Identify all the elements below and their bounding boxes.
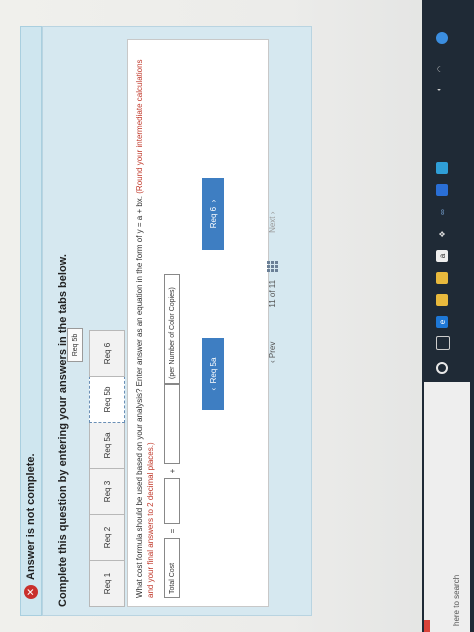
amazon-icon[interactable]: a [436, 250, 448, 262]
edge-icon[interactable]: e [436, 316, 448, 328]
req-tabs: Req 1 Req 2 Req 3 Req 5a Req 5b Req 6 [89, 330, 125, 607]
error-x-icon: ✕ [24, 585, 38, 599]
user-avatar-icon[interactable] [436, 32, 448, 44]
equals-sign: = [167, 528, 177, 534]
pager-position: 11 of 11 [268, 279, 277, 308]
variable-rate-input[interactable] [164, 384, 180, 464]
pager-prev-label: Prev [268, 341, 277, 359]
tab-req-2[interactable]: Req 2 [89, 514, 125, 561]
next-req-label: Req 6 [208, 206, 218, 229]
tab-tooltip: Req 5b [67, 328, 83, 362]
question-panel: Complete this question by entering your … [42, 26, 312, 616]
grid-icon[interactable] [267, 260, 278, 272]
task-view-icon[interactable] [436, 336, 450, 350]
fixed-cost-input[interactable] [164, 478, 180, 524]
prev-req-button[interactable]: ‹ Req 5a [202, 338, 224, 410]
pager-prev-button[interactable]: ‹ Prev [268, 342, 277, 363]
taskbar: here to search e a ❖ ∞ ◠ ◖ [422, 0, 474, 632]
tab-req-6[interactable]: Req 6 [89, 330, 125, 377]
cost-formula-row: Total Cost = + (per Number of Color Copi… [164, 274, 180, 598]
tab-req-3[interactable]: Req 3 [89, 468, 125, 515]
tab-req-5b[interactable]: Req 5b [89, 376, 125, 423]
tab-req-1[interactable]: Req 1 [89, 560, 125, 607]
question-box: What cost formula should be used based o… [127, 39, 269, 607]
wifi-icon[interactable]: ◠ [436, 66, 444, 72]
red-edge [424, 620, 430, 632]
infinity-icon[interactable]: ∞ [436, 206, 448, 218]
folder-icon[interactable] [436, 272, 448, 284]
search-placeholder: here to search [452, 574, 461, 626]
next-req-button[interactable]: Req 6 › [202, 178, 224, 250]
store-icon[interactable] [436, 162, 448, 174]
mail-icon[interactable] [436, 184, 448, 196]
question-main: What cost formula should be used based o… [135, 195, 144, 598]
prev-req-label: Req 5a [208, 357, 218, 384]
taskbar-search[interactable]: here to search [424, 382, 470, 632]
pager-next-button[interactable]: Next › [268, 212, 277, 233]
file-explorer-icon[interactable] [436, 294, 448, 306]
error-banner: ✕ Answer is not complete. [20, 26, 42, 616]
pager: ‹ Prev 11 of 11 Next › [267, 212, 278, 363]
cortana-icon[interactable] [436, 362, 448, 374]
plus-sign: + [167, 468, 177, 474]
instructions: Complete this question by entering your … [57, 254, 69, 607]
volume-icon[interactable]: ◖ [436, 88, 443, 92]
tab-req-5a[interactable]: Req 5a [89, 422, 125, 469]
screenshot-page: ✕ Answer is not complete. Complete this … [0, 0, 474, 632]
question-text: What cost formula should be used based o… [134, 48, 156, 598]
unit-label: (per Number of Color Copies) [164, 274, 180, 384]
chevron-left-icon: ‹ [208, 383, 218, 391]
chevron-right-icon: › [208, 199, 218, 207]
rotated-screen: ✕ Answer is not complete. Complete this … [0, 0, 474, 632]
formula-label: Total Cost [164, 538, 180, 598]
pager-next-label: Next [268, 216, 277, 233]
banner-text: Answer is not complete. [25, 453, 37, 580]
dropbox-icon[interactable]: ❖ [436, 228, 448, 240]
